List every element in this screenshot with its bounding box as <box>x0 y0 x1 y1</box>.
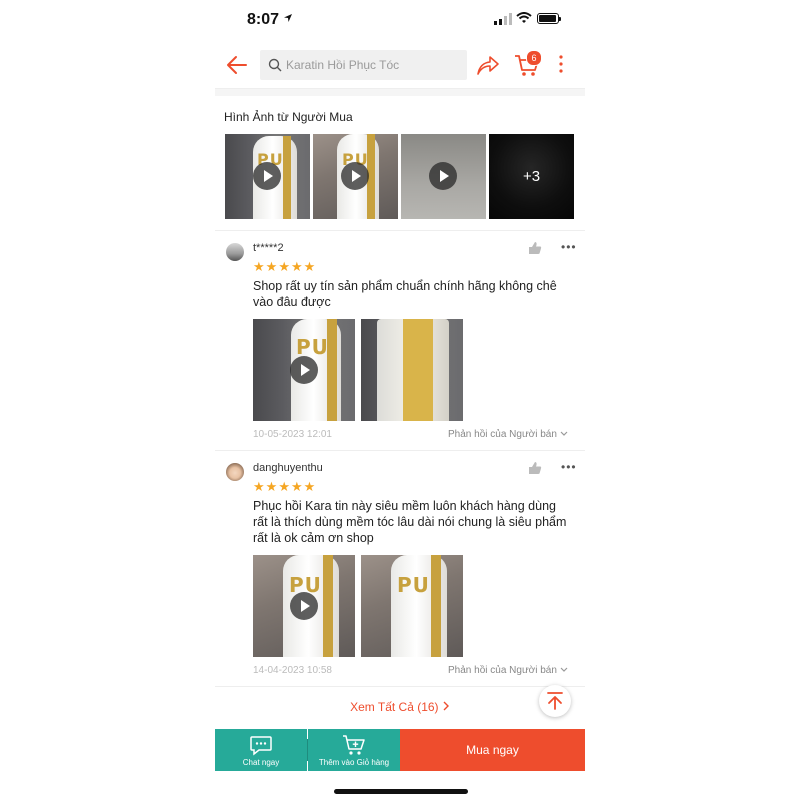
divider <box>215 230 585 231</box>
buyer-image-thumbnail[interactable]: +3 <box>489 134 574 219</box>
star-icon: ★ <box>303 259 316 274</box>
avatar[interactable] <box>226 463 244 481</box>
chat-bubble-icon <box>250 736 272 756</box>
review-video-thumbnail[interactable]: PU <box>253 319 355 421</box>
cart-count-badge: 6 <box>526 50 542 66</box>
buy-now-button[interactable]: Mua ngay <box>400 729 585 771</box>
star-icon: ★ <box>290 259 303 274</box>
add-to-cart-icon <box>343 735 365 755</box>
buyer-video-thumbnail[interactable]: PU <box>313 134 398 219</box>
play-icon <box>341 162 369 190</box>
chevron-down-icon <box>560 431 568 436</box>
review-date: 10-05-2023 12:01 <box>253 429 332 440</box>
share-icon[interactable] <box>476 54 500 76</box>
star-icon: ★ <box>278 479 290 494</box>
reviewer-name: danghuyenthu <box>253 462 323 474</box>
play-icon <box>290 356 318 384</box>
star-icon: ★ <box>303 479 316 494</box>
section-separator <box>215 89 585 96</box>
search-icon <box>268 58 282 72</box>
review-text: Phục hồi Kara tin này siêu mềm luôn khác… <box>253 499 567 545</box>
battery-icon <box>537 13 561 24</box>
scroll-to-top-button[interactable] <box>539 685 571 717</box>
more-options-icon[interactable] <box>559 55 563 73</box>
add-to-cart-label: Thêm vào Giỏ hàng <box>318 758 390 767</box>
thumbs-up-icon[interactable] <box>528 241 542 255</box>
review-image-thumbnail[interactable] <box>361 319 463 421</box>
see-all-label: Xem Tất Cả (16) <box>350 700 439 714</box>
avatar[interactable] <box>226 243 244 261</box>
divider <box>215 686 585 687</box>
rating-stars: ★ ★ ★ ★ ★ <box>253 260 315 273</box>
more-images-count: +3 <box>489 134 574 219</box>
back-arrow-icon[interactable] <box>225 53 249 77</box>
wifi-icon <box>516 12 532 23</box>
review-text: Shop rất uy tín sản phẩm chuẩn chính hãn… <box>253 279 557 309</box>
seller-reply-label: Phản hồi của Người bán <box>448 665 557 676</box>
star-icon: ★ <box>265 479 278 494</box>
star-icon: ★ <box>253 479 265 494</box>
chevron-down-icon <box>560 667 568 672</box>
buyer-video-thumbnail[interactable] <box>401 134 486 219</box>
chat-now-button[interactable]: Chat ngay <box>215 729 307 771</box>
top-navigation-bar: Karatin Hồi Phục Tóc 6 <box>215 42 585 89</box>
location-arrow-icon <box>284 14 292 22</box>
more-options-icon[interactable]: ••• <box>561 460 577 474</box>
buyer-video-thumbnail[interactable]: PU <box>225 134 310 219</box>
chevron-right-icon <box>443 701 449 711</box>
more-options-icon[interactable]: ••• <box>561 240 577 254</box>
cellular-signal-icon <box>494 13 512 25</box>
phone-screen: 8:07 Karatin Hồi Phục Tóc 6 Hình Ảnh từ … <box>215 0 585 800</box>
play-icon <box>253 162 281 190</box>
reviewer-name: t*****2 <box>253 242 284 254</box>
divider <box>215 450 585 451</box>
see-all-reviews-link[interactable]: Xem Tất Cả (16) <box>215 700 585 714</box>
search-input[interactable]: Karatin Hồi Phục Tóc <box>260 50 467 80</box>
star-icon: ★ <box>265 259 278 274</box>
rating-stars: ★ ★ ★ ★ ★ <box>253 480 315 493</box>
add-to-cart-button[interactable]: Thêm vào Giỏ hàng <box>308 729 400 771</box>
review-date: 14-04-2023 10:58 <box>253 665 332 676</box>
seller-reply-toggle[interactable]: Phản hồi của Người bán <box>448 429 568 440</box>
bottom-action-bar: Chat ngay Thêm vào Giỏ hàng Mua ngay <box>215 729 585 771</box>
home-indicator <box>334 789 468 794</box>
buyer-images-row: PU PU +3 <box>225 134 574 219</box>
play-icon <box>290 592 318 620</box>
seller-reply-label: Phản hồi của Người bán <box>448 429 557 440</box>
star-icon: ★ <box>290 479 303 494</box>
status-time: 8:07 <box>247 11 280 28</box>
play-icon <box>429 162 457 190</box>
seller-reply-toggle[interactable]: Phản hồi của Người bán <box>448 665 568 676</box>
status-bar: 8:07 <box>215 0 585 40</box>
buyer-images-title: Hình Ảnh từ Người Mua <box>224 110 353 124</box>
star-icon: ★ <box>278 259 290 274</box>
review-video-thumbnail[interactable]: PU <box>253 555 355 657</box>
star-icon: ★ <box>253 259 265 274</box>
arrow-up-to-top-icon <box>547 692 563 710</box>
search-placeholder: Karatin Hồi Phục Tóc <box>286 58 400 72</box>
thumbs-up-icon[interactable] <box>528 461 542 475</box>
review-image-thumbnail[interactable]: PU <box>361 555 463 657</box>
review-media-row: PU PU <box>253 555 463 657</box>
chat-now-label: Chat ngay <box>242 758 280 767</box>
review-media-row: PU <box>253 319 463 421</box>
